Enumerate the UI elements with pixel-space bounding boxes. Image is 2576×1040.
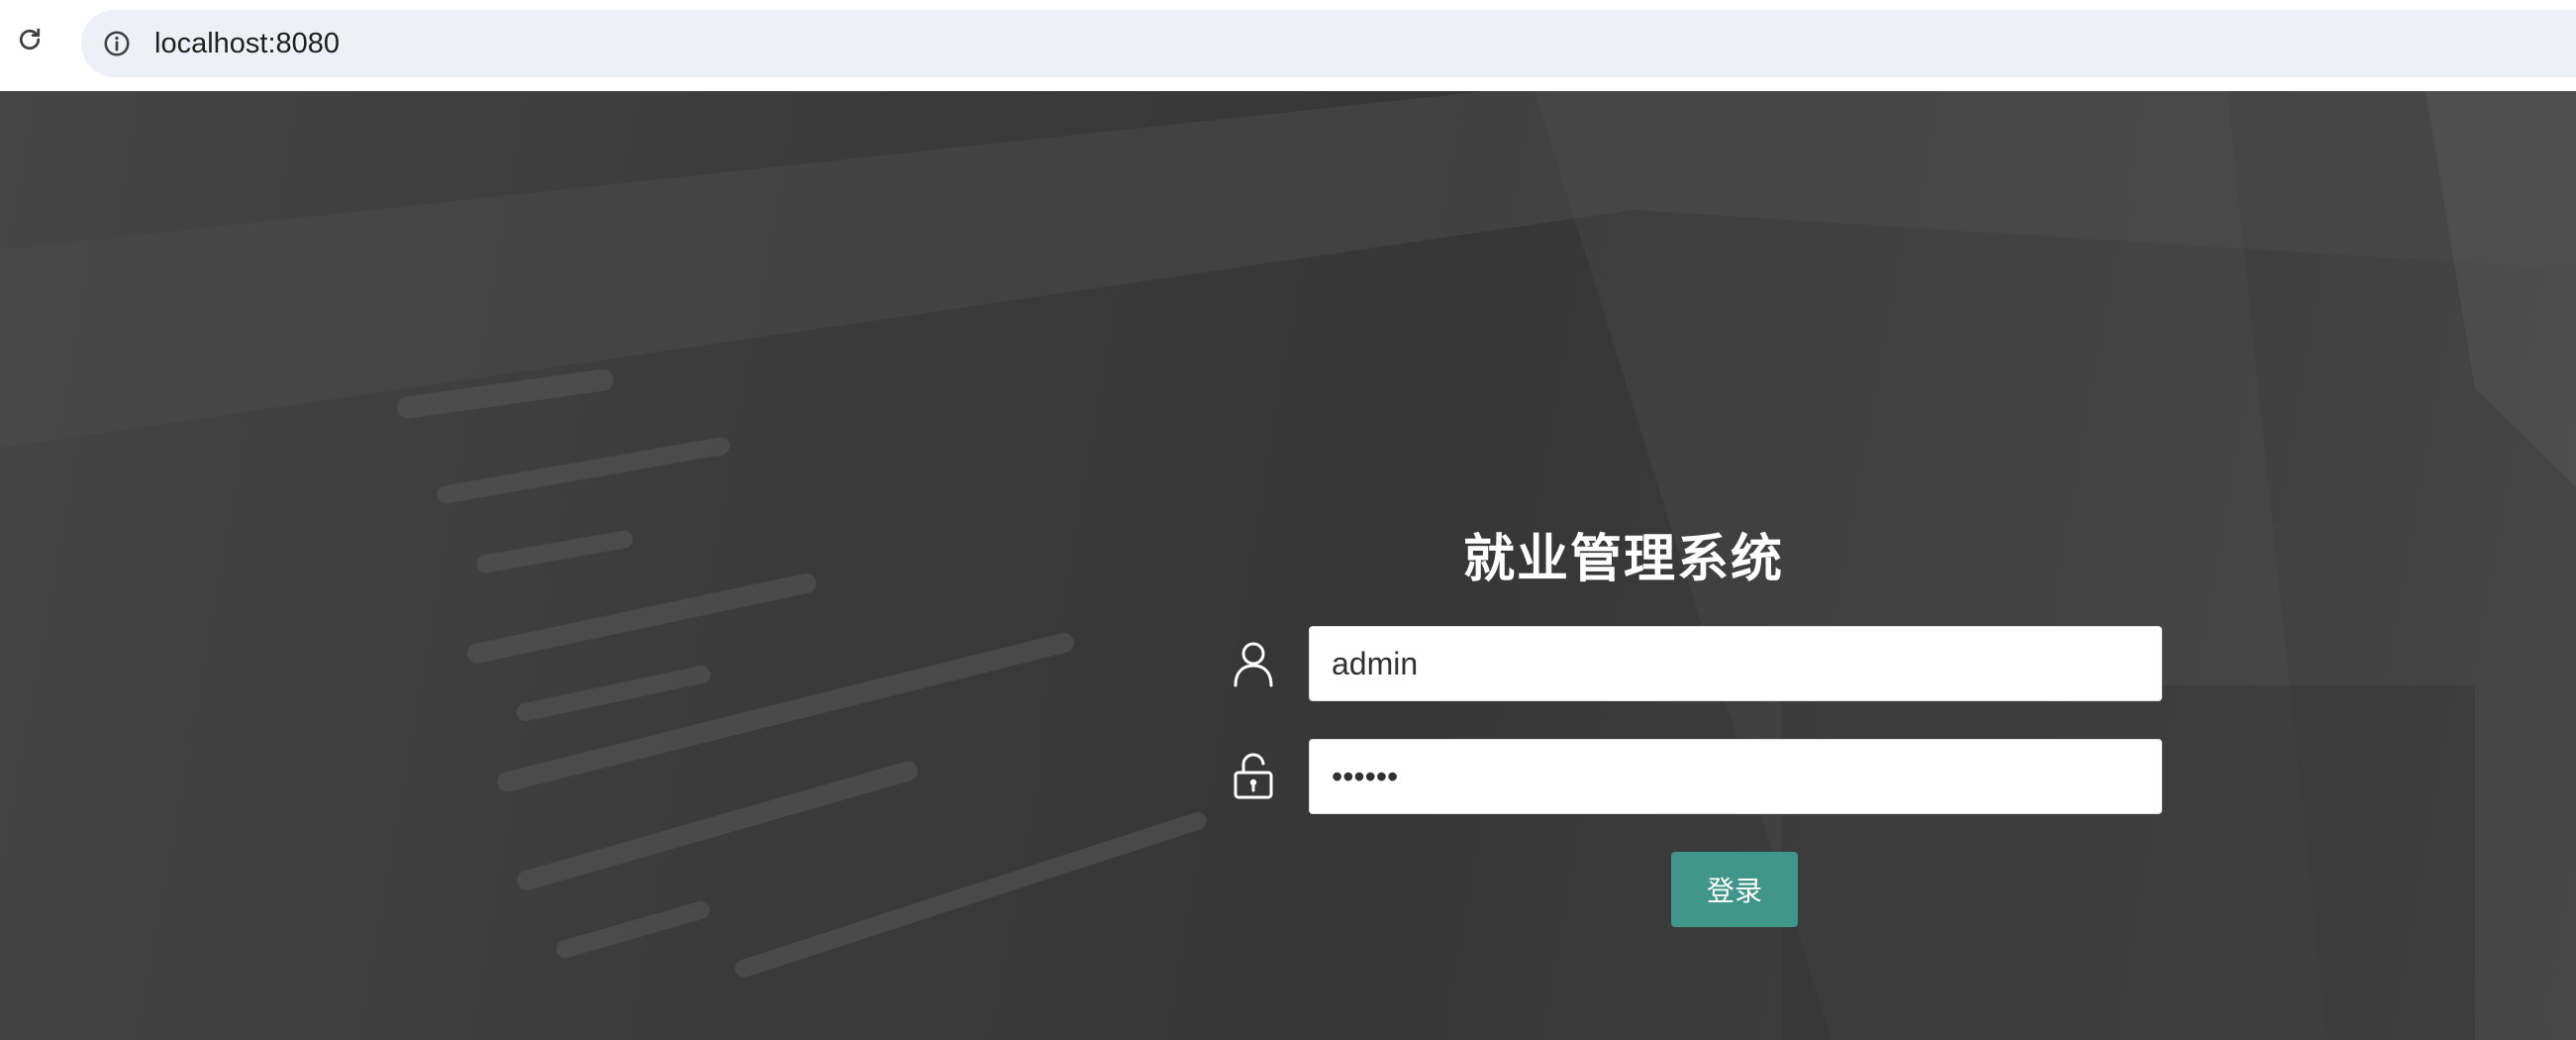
username-row xyxy=(1228,626,2163,701)
reload-icon xyxy=(19,28,41,51)
browser-toolbar: localhost:8080 xyxy=(0,0,2576,91)
password-input[interactable] xyxy=(1309,739,2162,814)
url-text[interactable]: localhost:8080 xyxy=(154,28,340,60)
login-title: 就业管理系统 xyxy=(1462,530,1784,589)
password-row xyxy=(1228,739,2163,814)
login-button[interactable]: 登录 xyxy=(1671,852,1798,927)
lock-icon xyxy=(1228,751,1279,802)
address-bar[interactable]: localhost:8080 xyxy=(81,10,2576,77)
info-icon[interactable] xyxy=(99,26,135,61)
user-icon xyxy=(1228,638,1279,689)
username-input[interactable] xyxy=(1309,626,2162,701)
reload-button[interactable] xyxy=(12,22,48,57)
